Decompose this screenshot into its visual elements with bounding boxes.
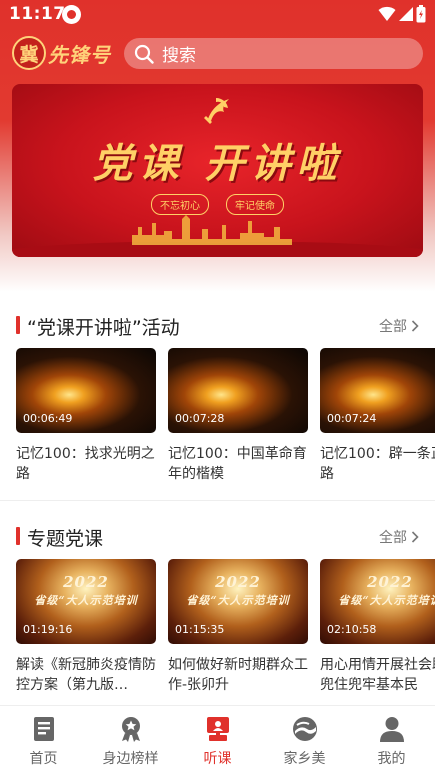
user-icon: [377, 714, 407, 744]
section-topic-lessons: 专题党课 全部 2022 省级“大人示范培训 01:19:16 解读《新冠肺炎疫…: [0, 511, 435, 719]
wifi-icon: [378, 6, 396, 21]
view-all-button[interactable]: 全部: [379, 527, 419, 547]
video-list: 2022 省级“大人示范培训 01:19:16 解读《新冠肺炎疫情防控方案（第九…: [0, 559, 435, 719]
thumbnail-caption: 2022 省级“大人示范培训: [16, 573, 156, 608]
section-header: 专题党课 全部: [0, 511, 435, 559]
thumbnail-line: 省级“大人示范培训: [186, 594, 290, 607]
tab-profile[interactable]: 我的: [348, 706, 435, 773]
video-card[interactable]: 2022 省级“大人示范培训 02:10:58 用心用情开展社会助 兜住兜牢基本…: [320, 559, 435, 695]
video-thumbnail: 00:07:24: [320, 348, 435, 433]
tab-role-models[interactable]: 身边榜样: [87, 706, 174, 773]
app-screen: 11:17 冀 先锋号 搜索 党课 开讲啦 不忘初心 牢记使命 “党课开讲啦”活…: [0, 0, 435, 773]
app-logo[interactable]: 冀 先锋号: [12, 35, 111, 71]
tab-label: 首页: [29, 751, 58, 767]
top-bar: 冀 先锋号 搜索: [0, 35, 435, 73]
banner[interactable]: 党课 开讲啦 不忘初心 牢记使命: [12, 84, 423, 257]
video-duration: 02:10:58: [327, 623, 377, 636]
section-divider: [0, 500, 435, 501]
medal-icon: [116, 714, 146, 744]
tab-home[interactable]: 首页: [0, 706, 87, 773]
section-accent-bar: [16, 316, 20, 334]
chevron-right-icon: [411, 320, 419, 332]
banner-title: 党课 开讲啦: [92, 140, 343, 187]
skyline-decoration: [12, 215, 423, 257]
tab-label: 身边榜样: [102, 751, 159, 767]
section-header: “党课开讲啦”活动 全部: [0, 300, 435, 348]
video-card[interactable]: 00:07:28 记忆100：中国革命育年的楷模: [168, 348, 308, 484]
video-list: 00:06:49 记忆100：找求光明之路 00:07:28 记忆100：中国革…: [0, 348, 435, 508]
thumbnail-line: 省级“大人示范培训: [338, 594, 435, 607]
thumbnail-year: 2022: [63, 573, 109, 591]
view-all-label: 全部: [379, 530, 407, 546]
video-card[interactable]: 00:06:49 记忆100：找求光明之路: [16, 348, 156, 484]
search-icon: [134, 44, 154, 64]
video-duration: 01:19:16: [23, 623, 73, 636]
video-duration: 00:07:28: [175, 412, 225, 425]
video-duration: 00:06:49: [23, 412, 73, 425]
search-input[interactable]: 搜索: [124, 38, 423, 69]
thumbnail-caption: 2022 省级“大人示范培训: [168, 573, 308, 608]
thumbnail-year: 2022: [367, 573, 413, 591]
view-all-label: 全部: [379, 319, 407, 335]
video-thumbnail: 00:07:28: [168, 348, 308, 433]
section-title: “党课开讲啦”活动: [27, 317, 180, 339]
logo-text: 先锋号: [48, 42, 111, 67]
party-emblem-icon: [204, 98, 229, 124]
tab-label: 我的: [377, 751, 406, 767]
video-duration: 01:15:35: [175, 623, 225, 636]
video-title: 解读《新冠肺炎疫情防控方案（第九版…: [16, 657, 156, 693]
logo-seal: 冀: [12, 36, 46, 70]
video-title: 如何做好新时期群众工作-张卯升: [168, 657, 308, 693]
status-icons: [378, 5, 426, 23]
notification-app-icon: [62, 5, 81, 24]
section-activity: “党课开讲啦”活动 全部 00:06:49 记忆100：找求光明之路 00:07…: [0, 300, 435, 508]
tab-label: 家乡美: [283, 751, 326, 767]
tab-lectures[interactable]: 听课: [174, 706, 261, 773]
scenery-icon: [290, 714, 320, 744]
thumbnail-caption: 2022 省级“大人示范培训: [320, 573, 435, 608]
video-title: 记忆100：中国革命育年的楷模: [168, 446, 307, 482]
video-thumbnail: 2022 省级“大人示范培训 01:15:35: [168, 559, 308, 644]
video-title: 用心用情开展社会助 兜住兜牢基本民: [320, 657, 435, 693]
video-card[interactable]: 00:07:24 记忆100：辟一条正的路: [320, 348, 435, 484]
battery-icon: [416, 5, 426, 23]
thumbnail-line: 省级“大人示范培训: [34, 594, 138, 607]
video-thumbnail: 2022 省级“大人示范培训 01:19:16: [16, 559, 156, 644]
thumbnail-year: 2022: [215, 573, 261, 591]
video-title: 记忆100：辟一条正的路: [320, 446, 435, 482]
video-thumbnail: 00:06:49: [16, 348, 156, 433]
video-duration: 00:07:24: [327, 412, 377, 425]
status-time: 11:17: [9, 4, 66, 24]
video-card[interactable]: 2022 省级“大人示范培训 01:15:35 如何做好新时期群众工作-张卯升: [168, 559, 308, 695]
search-placeholder: 搜索: [162, 46, 196, 66]
tab-hometown[interactable]: 家乡美: [261, 706, 348, 773]
home-doc-icon: [29, 714, 59, 744]
section-accent-bar: [16, 527, 20, 545]
video-thumbnail: 2022 省级“大人示范培训 02:10:58: [320, 559, 435, 644]
status-bar: 11:17: [0, 0, 435, 30]
chevron-right-icon: [411, 531, 419, 543]
video-card[interactable]: 2022 省级“大人示范培训 01:19:16 解读《新冠肺炎疫情防控方案（第九…: [16, 559, 156, 695]
tab-label: 听课: [203, 751, 232, 767]
header: 11:17 冀 先锋号 搜索 党课 开讲啦 不忘初心 牢记使命: [0, 0, 435, 292]
lecture-icon: [203, 714, 233, 744]
video-title: 记忆100：找求光明之路: [16, 446, 155, 482]
view-all-button[interactable]: 全部: [379, 316, 419, 336]
section-title: 专题党课: [27, 528, 104, 550]
bottom-tab-bar: 首页 身边榜样 听课 家乡美 我的: [0, 705, 435, 773]
signal-icon: [399, 7, 413, 21]
